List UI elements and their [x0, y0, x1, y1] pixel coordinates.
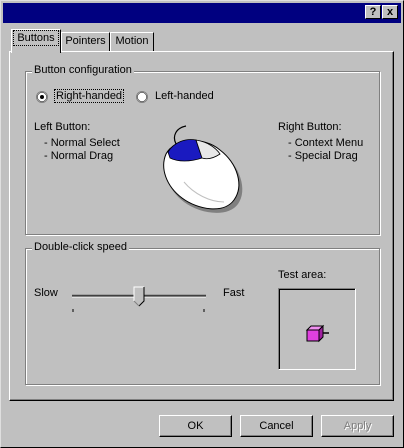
button-configuration-group: Button configuration Right-handed Left-h… — [25, 64, 380, 235]
buttons-tab-panel: Button configuration Right-handed Left-h… — [9, 51, 394, 401]
ok-button[interactable]: OK — [159, 415, 232, 437]
ok-label: OK — [187, 420, 204, 432]
mouse-properties-window: ? x Buttons Pointers Motion Button confi… — [0, 0, 404, 448]
right-handed-label[interactable]: Right-handed — [53, 89, 125, 103]
test-area-label: Test area: — [278, 269, 327, 281]
cancel-label: Cancel — [259, 420, 294, 432]
tab-pointers[interactable]: Pointers — [61, 32, 110, 51]
right-button-item: - Context Menu — [288, 137, 364, 149]
title-bar: ? x — [3, 3, 401, 23]
left-button-title: Left Button: — [34, 121, 91, 133]
slow-label: Slow — [34, 287, 58, 299]
right-button-item: - Special Drag — [288, 150, 358, 162]
right-button-title: Right Button: — [278, 121, 342, 133]
jack-in-the-box-icon[interactable] — [305, 324, 331, 344]
double-click-speed-slider[interactable] — [70, 285, 210, 313]
tab-pointers-label: Pointers — [65, 35, 106, 47]
right-handed-radio[interactable] — [36, 91, 48, 103]
slider-thumb[interactable] — [133, 286, 145, 307]
tab-buttons[interactable]: Buttons — [11, 29, 61, 53]
apply-button[interactable]: Apply — [321, 415, 394, 437]
left-handed-label[interactable]: Left-handed — [155, 90, 214, 102]
mouse-illustration — [163, 125, 243, 213]
left-button-item: - Normal Select — [44, 137, 120, 149]
close-button[interactable]: x — [382, 5, 398, 19]
fast-label: Fast — [223, 287, 245, 299]
tab-motion-label: Motion — [115, 35, 149, 47]
tab-buttons-label: Buttons — [13, 30, 59, 46]
button-configuration-title: Button configuration — [32, 64, 134, 76]
cancel-button[interactable]: Cancel — [240, 415, 313, 437]
tab-motion[interactable]: Motion — [110, 32, 154, 51]
help-button[interactable]: ? — [365, 5, 381, 19]
left-handed-radio[interactable] — [136, 91, 148, 103]
left-button-item: - Normal Drag — [44, 150, 114, 162]
double-click-speed-group: Double-click speed Slow Fast Test area: — [25, 241, 380, 385]
test-area-box[interactable] — [278, 288, 356, 370]
double-click-speed-title: Double-click speed — [32, 241, 129, 253]
apply-label: Apply — [343, 420, 372, 432]
